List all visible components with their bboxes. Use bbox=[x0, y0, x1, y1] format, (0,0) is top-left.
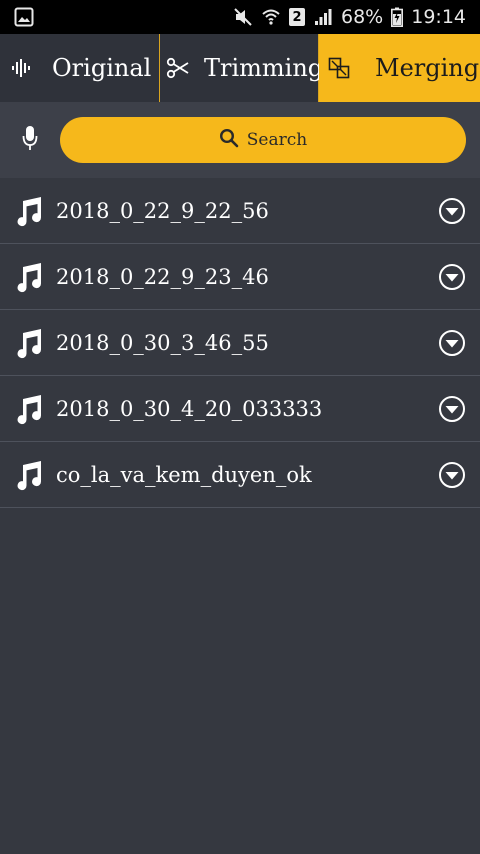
expand-button[interactable] bbox=[424, 376, 480, 442]
list-item[interactable]: co_la_va_kem_duyen_ok bbox=[0, 442, 480, 508]
search-icon bbox=[219, 128, 239, 153]
clock: 19:14 bbox=[411, 6, 466, 28]
file-name: 2018_0_30_3_46_55 bbox=[56, 330, 269, 355]
music-note-icon bbox=[12, 194, 46, 228]
scissors-icon bbox=[166, 54, 190, 82]
tab-original[interactable]: Original bbox=[0, 34, 160, 102]
tab-trimming[interactable]: Trimming bbox=[160, 34, 323, 102]
music-note-icon bbox=[12, 260, 46, 294]
music-note-icon bbox=[12, 392, 46, 426]
sim-badge: 2 bbox=[289, 8, 305, 26]
merge-icon bbox=[325, 54, 353, 82]
file-name: 2018_0_22_9_22_56 bbox=[56, 198, 269, 223]
list-item[interactable]: 2018_0_22_9_22_56 bbox=[0, 178, 480, 244]
file-name: co_la_va_kem_duyen_ok bbox=[56, 462, 312, 487]
status-bar: 2 68% 19:14 bbox=[0, 0, 480, 34]
tab-label: Original bbox=[52, 54, 152, 82]
search-row: Search bbox=[0, 102, 480, 178]
voice-search-button[interactable] bbox=[0, 102, 60, 178]
waveform-icon bbox=[8, 54, 36, 82]
battery-icon bbox=[391, 7, 404, 27]
file-name: 2018_0_22_9_23_46 bbox=[56, 264, 269, 289]
microphone-icon bbox=[22, 125, 38, 155]
music-note-icon bbox=[12, 458, 46, 492]
expand-button[interactable] bbox=[424, 310, 480, 376]
list-item[interactable]: 2018_0_22_9_23_46 bbox=[0, 244, 480, 310]
file-name: 2018_0_30_4_20_033333 bbox=[56, 396, 323, 421]
battery-percent: 68% bbox=[341, 6, 384, 28]
list-item[interactable]: 2018_0_30_4_20_033333 bbox=[0, 376, 480, 442]
expand-button[interactable] bbox=[424, 442, 480, 508]
expand-button[interactable] bbox=[424, 244, 480, 310]
music-note-icon bbox=[12, 326, 46, 360]
list-item[interactable]: 2018_0_30_3_46_55 bbox=[0, 310, 480, 376]
tab-label: Merging bbox=[375, 54, 480, 82]
signal-icon bbox=[313, 7, 333, 27]
expand-button[interactable] bbox=[424, 178, 480, 244]
file-list: 2018_0_22_9_22_56 2018_0_22_9_23_46 2018… bbox=[0, 178, 480, 508]
gallery-notification-icon bbox=[14, 7, 34, 27]
tab-label: Trimming bbox=[204, 54, 324, 82]
search-label: Search bbox=[246, 130, 308, 150]
tab-bar: Original Trimming Merging bbox=[0, 34, 480, 102]
tab-merging[interactable]: Merging bbox=[319, 34, 480, 102]
search-input[interactable]: Search bbox=[60, 117, 466, 163]
mute-icon bbox=[233, 7, 253, 27]
wifi-icon bbox=[261, 7, 281, 27]
